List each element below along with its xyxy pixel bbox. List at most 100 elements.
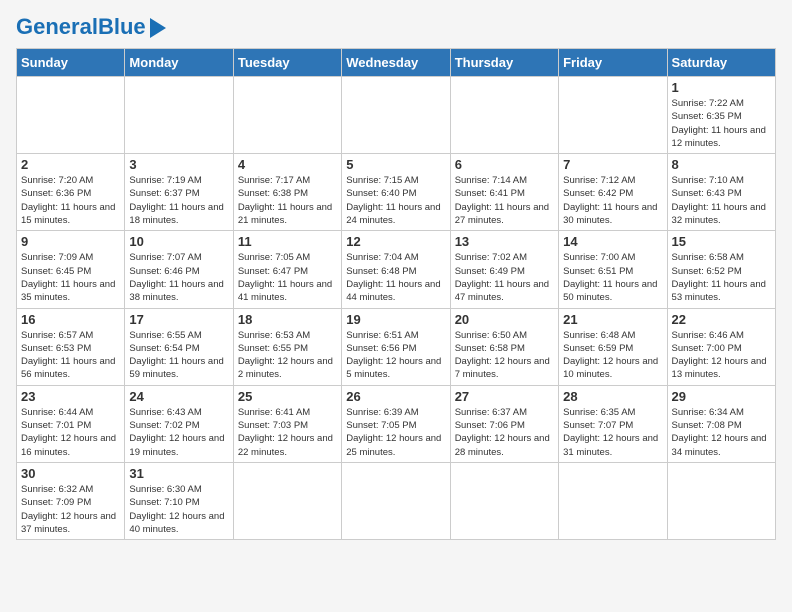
cell-day-number: 29 bbox=[672, 389, 771, 404]
calendar-cell: 3 Sunrise: 7:19 AM Sunset: 6:37 PM Daylig… bbox=[125, 154, 233, 231]
calendar-cell: 20Sunrise: 6:50 AM Sunset: 6:58 PM Dayli… bbox=[450, 308, 558, 385]
calendar-week-row: 30 Sunrise: 6:32 AM Sunset: 7:09 PM Dayli… bbox=[17, 462, 776, 539]
calendar-cell: 25Sunrise: 6:41 AM Sunset: 7:03 PM Dayli… bbox=[233, 385, 341, 462]
calendar-header-row: SundayMondayTuesdayWednesdayThursdayFrid… bbox=[17, 49, 776, 77]
cell-day-number: 12 bbox=[346, 234, 445, 249]
logo-text-area: GeneralBlue bbox=[16, 16, 146, 38]
calendar-cell: 8 Sunrise: 7:10 AM Sunset: 6:43 PM Daylig… bbox=[667, 154, 775, 231]
calendar-cell: 5Sunrise: 7:15 AM Sunset: 6:40 PM Daylig… bbox=[342, 154, 450, 231]
cell-sun-info: Sunrise: 7:02 AM Sunset: 6:49 PM Dayligh… bbox=[455, 251, 554, 304]
calendar-cell: 7Sunrise: 7:12 AM Sunset: 6:42 PM Daylig… bbox=[559, 154, 667, 231]
logo-blue: Blue bbox=[98, 14, 146, 39]
cell-day-number: 30 bbox=[21, 466, 120, 481]
weekday-header-friday: Friday bbox=[559, 49, 667, 77]
calendar-cell bbox=[342, 462, 450, 539]
cell-sun-info: Sunrise: 7:09 AM Sunset: 6:45 PM Dayligh… bbox=[21, 251, 120, 304]
calendar-cell: 9 Sunrise: 7:09 AM Sunset: 6:45 PM Daylig… bbox=[17, 231, 125, 308]
cell-sun-info: Sunrise: 7:14 AM Sunset: 6:41 PM Dayligh… bbox=[455, 174, 554, 227]
calendar-cell: 18Sunrise: 6:53 AM Sunset: 6:55 PM Dayli… bbox=[233, 308, 341, 385]
cell-sun-info: Sunrise: 6:58 AM Sunset: 6:52 PM Dayligh… bbox=[672, 251, 771, 304]
cell-sun-info: Sunrise: 7:00 AM Sunset: 6:51 PM Dayligh… bbox=[563, 251, 662, 304]
cell-day-number: 31 bbox=[129, 466, 228, 481]
cell-day-number: 17 bbox=[129, 312, 228, 327]
cell-day-number: 4 bbox=[238, 157, 337, 172]
cell-sun-info: Sunrise: 6:50 AM Sunset: 6:58 PM Dayligh… bbox=[455, 329, 554, 382]
calendar-cell bbox=[559, 77, 667, 154]
calendar-week-row: 23Sunrise: 6:44 AM Sunset: 7:01 PM Dayli… bbox=[17, 385, 776, 462]
calendar-cell: 6 Sunrise: 7:14 AM Sunset: 6:41 PM Daylig… bbox=[450, 154, 558, 231]
cell-day-number: 1 bbox=[672, 80, 771, 95]
cell-day-number: 19 bbox=[346, 312, 445, 327]
cell-sun-info: Sunrise: 7:12 AM Sunset: 6:42 PM Dayligh… bbox=[563, 174, 662, 227]
cell-sun-info: Sunrise: 7:22 AM Sunset: 6:35 PM Dayligh… bbox=[672, 97, 771, 150]
cell-day-number: 8 bbox=[672, 157, 771, 172]
cell-day-number: 6 bbox=[455, 157, 554, 172]
calendar-cell bbox=[342, 77, 450, 154]
cell-sun-info: Sunrise: 7:19 AM Sunset: 6:37 PM Dayligh… bbox=[129, 174, 228, 227]
calendar-cell: 27 Sunrise: 6:37 AM Sunset: 7:06 PM Dayli… bbox=[450, 385, 558, 462]
cell-sun-info: Sunrise: 6:44 AM Sunset: 7:01 PM Dayligh… bbox=[21, 406, 120, 459]
logo-triangle-icon bbox=[150, 18, 166, 38]
cell-day-number: 11 bbox=[238, 234, 337, 249]
calendar-cell: 23Sunrise: 6:44 AM Sunset: 7:01 PM Dayli… bbox=[17, 385, 125, 462]
cell-sun-info: Sunrise: 6:41 AM Sunset: 7:03 PM Dayligh… bbox=[238, 406, 337, 459]
logo: GeneralBlue bbox=[16, 16, 166, 38]
cell-day-number: 3 bbox=[129, 157, 228, 172]
weekday-header-monday: Monday bbox=[125, 49, 233, 77]
cell-day-number: 28 bbox=[563, 389, 662, 404]
calendar-cell: 31Sunrise: 6:30 AM Sunset: 7:10 PM Dayli… bbox=[125, 462, 233, 539]
cell-day-number: 26 bbox=[346, 389, 445, 404]
cell-sun-info: Sunrise: 7:20 AM Sunset: 6:36 PM Dayligh… bbox=[21, 174, 120, 227]
calendar-week-row: 2 Sunrise: 7:20 AM Sunset: 6:36 PM Daylig… bbox=[17, 154, 776, 231]
calendar-cell bbox=[450, 462, 558, 539]
logo-wordmark: GeneralBlue bbox=[16, 16, 146, 38]
calendar-cell: 24 Sunrise: 6:43 AM Sunset: 7:02 PM Dayli… bbox=[125, 385, 233, 462]
cell-sun-info: Sunrise: 6:46 AM Sunset: 7:00 PM Dayligh… bbox=[672, 329, 771, 382]
calendar-cell: 22 Sunrise: 6:46 AM Sunset: 7:00 PM Dayli… bbox=[667, 308, 775, 385]
weekday-header-tuesday: Tuesday bbox=[233, 49, 341, 77]
calendar-week-row: 9 Sunrise: 7:09 AM Sunset: 6:45 PM Daylig… bbox=[17, 231, 776, 308]
cell-day-number: 24 bbox=[129, 389, 228, 404]
calendar-cell bbox=[233, 462, 341, 539]
cell-sun-info: Sunrise: 6:35 AM Sunset: 7:07 PM Dayligh… bbox=[563, 406, 662, 459]
cell-day-number: 22 bbox=[672, 312, 771, 327]
cell-sun-info: Sunrise: 6:43 AM Sunset: 7:02 PM Dayligh… bbox=[129, 406, 228, 459]
calendar-cell: 15 Sunrise: 6:58 AM Sunset: 6:52 PM Dayli… bbox=[667, 231, 775, 308]
weekday-header-wednesday: Wednesday bbox=[342, 49, 450, 77]
calendar-week-row: 16Sunrise: 6:57 AM Sunset: 6:53 PM Dayli… bbox=[17, 308, 776, 385]
calendar-cell: 26Sunrise: 6:39 AM Sunset: 7:05 PM Dayli… bbox=[342, 385, 450, 462]
cell-sun-info: Sunrise: 6:57 AM Sunset: 6:53 PM Dayligh… bbox=[21, 329, 120, 382]
weekday-header-sunday: Sunday bbox=[17, 49, 125, 77]
calendar-cell bbox=[450, 77, 558, 154]
weekday-header-thursday: Thursday bbox=[450, 49, 558, 77]
calendar-cell: 21 Sunrise: 6:48 AM Sunset: 6:59 PM Dayli… bbox=[559, 308, 667, 385]
cell-sun-info: Sunrise: 7:04 AM Sunset: 6:48 PM Dayligh… bbox=[346, 251, 445, 304]
cell-sun-info: Sunrise: 6:32 AM Sunset: 7:09 PM Dayligh… bbox=[21, 483, 120, 536]
cell-sun-info: Sunrise: 7:05 AM Sunset: 6:47 PM Dayligh… bbox=[238, 251, 337, 304]
cell-day-number: 10 bbox=[129, 234, 228, 249]
calendar-cell: 19 Sunrise: 6:51 AM Sunset: 6:56 PM Dayli… bbox=[342, 308, 450, 385]
calendar-cell: 2 Sunrise: 7:20 AM Sunset: 6:36 PM Daylig… bbox=[17, 154, 125, 231]
cell-sun-info: Sunrise: 6:48 AM Sunset: 6:59 PM Dayligh… bbox=[563, 329, 662, 382]
cell-sun-info: Sunrise: 6:51 AM Sunset: 6:56 PM Dayligh… bbox=[346, 329, 445, 382]
calendar-cell bbox=[559, 462, 667, 539]
cell-day-number: 2 bbox=[21, 157, 120, 172]
calendar-cell: 11 Sunrise: 7:05 AM Sunset: 6:47 PM Dayli… bbox=[233, 231, 341, 308]
cell-sun-info: Sunrise: 6:34 AM Sunset: 7:08 PM Dayligh… bbox=[672, 406, 771, 459]
cell-day-number: 14 bbox=[563, 234, 662, 249]
cell-sun-info: Sunrise: 7:15 AM Sunset: 6:40 PM Dayligh… bbox=[346, 174, 445, 227]
cell-sun-info: Sunrise: 6:37 AM Sunset: 7:06 PM Dayligh… bbox=[455, 406, 554, 459]
calendar-cell: 16Sunrise: 6:57 AM Sunset: 6:53 PM Dayli… bbox=[17, 308, 125, 385]
calendar-table: SundayMondayTuesdayWednesdayThursdayFrid… bbox=[16, 48, 776, 540]
cell-sun-info: Sunrise: 6:53 AM Sunset: 6:55 PM Dayligh… bbox=[238, 329, 337, 382]
calendar-cell: 10Sunrise: 7:07 AM Sunset: 6:46 PM Dayli… bbox=[125, 231, 233, 308]
cell-day-number: 9 bbox=[21, 234, 120, 249]
cell-day-number: 15 bbox=[672, 234, 771, 249]
cell-sun-info: Sunrise: 7:17 AM Sunset: 6:38 PM Dayligh… bbox=[238, 174, 337, 227]
cell-day-number: 27 bbox=[455, 389, 554, 404]
header: GeneralBlue bbox=[16, 16, 776, 38]
calendar-cell bbox=[667, 462, 775, 539]
cell-sun-info: Sunrise: 7:10 AM Sunset: 6:43 PM Dayligh… bbox=[672, 174, 771, 227]
logo-general: General bbox=[16, 14, 98, 39]
cell-day-number: 21 bbox=[563, 312, 662, 327]
